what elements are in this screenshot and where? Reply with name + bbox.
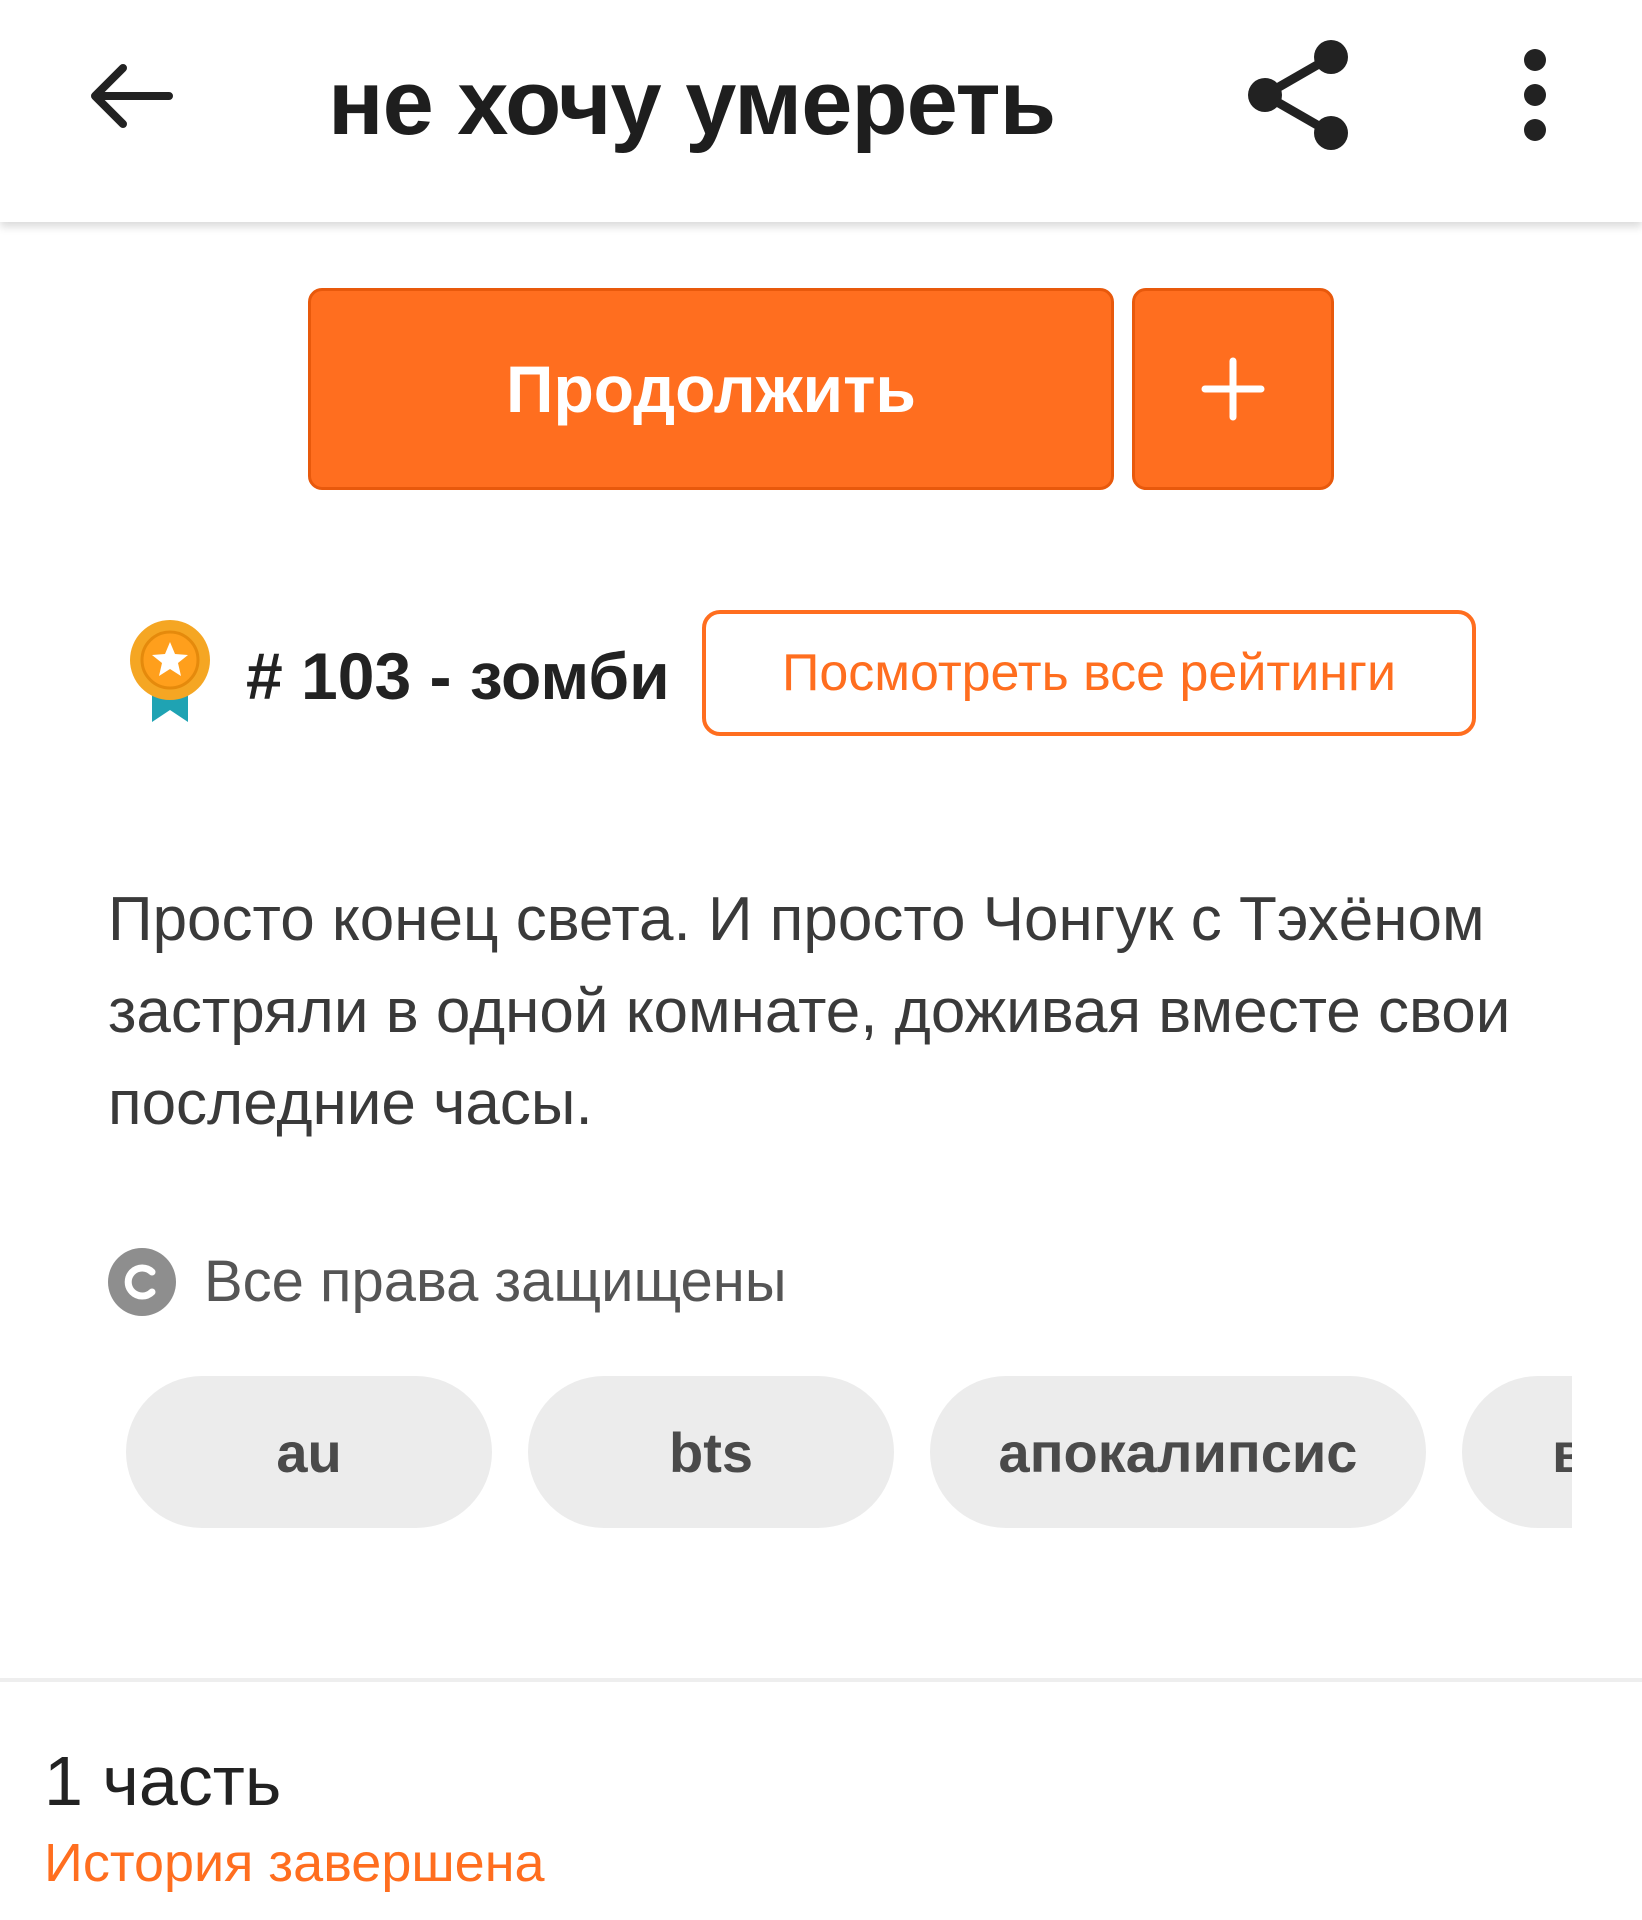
section-divider	[0, 1678, 1642, 1682]
story-details-page: не хочу умереть Продолжить # 103 - зомби…	[0, 0, 1642, 1920]
more-vertical-icon	[1524, 49, 1546, 141]
tag-label: au	[276, 1420, 342, 1484]
share-button[interactable]	[1236, 30, 1366, 160]
arrow-left-icon	[91, 64, 173, 128]
story-title: не хочу умереть	[328, 52, 1056, 154]
view-all-rankings-label: Посмотреть все рейтинги	[782, 644, 1396, 702]
parts-count: 1 часть	[44, 1742, 282, 1820]
tag-label: апокалипсис	[998, 1420, 1358, 1484]
tag-chip[interactable]: апокалипсис	[930, 1376, 1426, 1528]
tag-chip[interactable]: в	[1462, 1376, 1572, 1528]
story-description: Просто конец света. И просто Чонгук с Тэ…	[108, 885, 1511, 1138]
copyright-icon	[108, 1248, 176, 1316]
share-icon	[1248, 40, 1348, 150]
more-options-button[interactable]	[1480, 40, 1590, 150]
back-button[interactable]	[80, 46, 180, 146]
plus-icon	[1201, 357, 1265, 421]
add-to-library-button[interactable]	[1132, 288, 1334, 490]
tag-label: bts	[669, 1420, 753, 1484]
top-app-bar: не хочу умереть	[0, 0, 1642, 222]
view-all-rankings-button[interactable]: Посмотреть все рейтинги	[702, 610, 1476, 736]
continue-reading-button[interactable]: Продолжить	[308, 288, 1114, 490]
tag-chip[interactable]: bts	[528, 1376, 894, 1528]
medal-icon	[130, 620, 210, 722]
tag-label: в	[1552, 1420, 1572, 1484]
continue-label: Продолжить	[506, 352, 916, 426]
copyright-text: Все права защищены	[204, 1249, 787, 1314]
ranking-text: # 103 - зомби	[246, 639, 670, 713]
story-status: История завершена	[44, 1833, 545, 1893]
tag-chip[interactable]: au	[126, 1376, 492, 1528]
tag-list: au bts апокалипсис в	[126, 1376, 1572, 1528]
